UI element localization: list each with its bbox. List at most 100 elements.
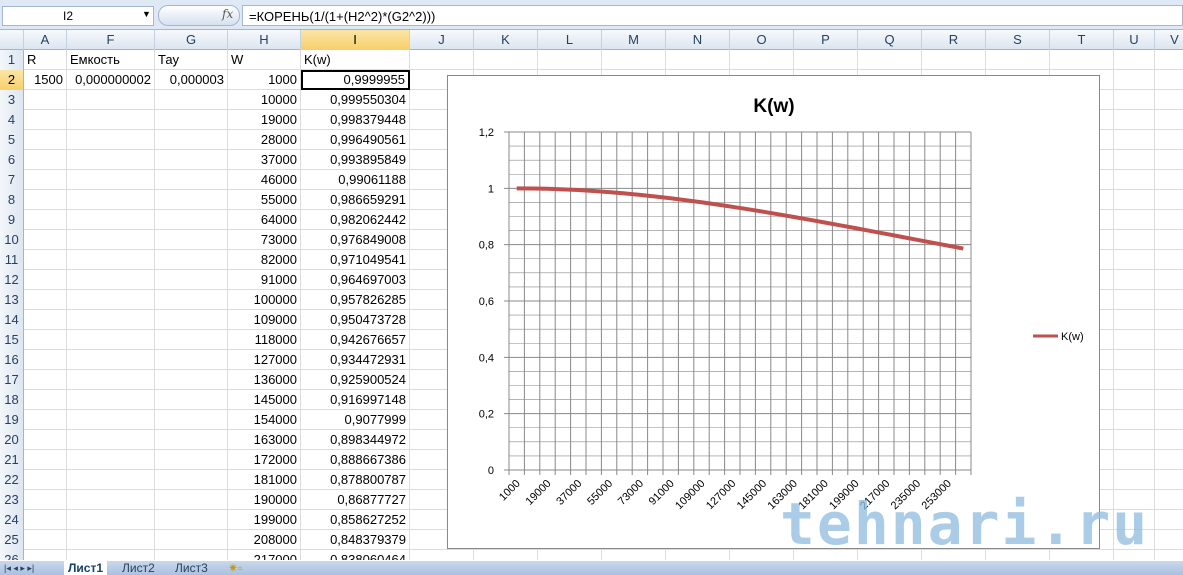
cell-V[interactable] (1155, 130, 1183, 150)
cell-A[interactable] (24, 410, 67, 430)
cell-V[interactable] (1155, 470, 1183, 490)
cell-I[interactable]: 0,986659291 (301, 190, 410, 210)
column-header-O[interactable]: O (730, 30, 794, 50)
row-header[interactable]: 4 (0, 110, 24, 130)
cell-H[interactable]: 217000 (228, 550, 301, 560)
cell-I[interactable]: K(w) (301, 50, 410, 70)
cell-N[interactable] (666, 550, 730, 560)
cell-V[interactable] (1155, 90, 1183, 110)
cell-F[interactable] (67, 370, 155, 390)
cell-I[interactable]: 0,998379448 (301, 110, 410, 130)
row-header[interactable]: 26 (0, 550, 24, 560)
cell-I[interactable]: 0,999550304 (301, 90, 410, 110)
cell-V[interactable] (1155, 550, 1183, 560)
cell-I[interactable]: 0,950473728 (301, 310, 410, 330)
row-header[interactable]: 9 (0, 210, 24, 230)
cell-I[interactable]: 0,9999955 (301, 70, 410, 90)
cell-I[interactable]: 0,976849008 (301, 230, 410, 250)
cell-F[interactable] (67, 490, 155, 510)
cell-H[interactable]: 109000 (228, 310, 301, 330)
cell-H[interactable]: 208000 (228, 530, 301, 550)
row-header[interactable]: 18 (0, 390, 24, 410)
cell-F[interactable] (67, 130, 155, 150)
cell-N[interactable] (666, 50, 730, 70)
cell-I[interactable]: 0,9077999 (301, 410, 410, 430)
cell-V[interactable] (1155, 290, 1183, 310)
cell-G[interactable] (155, 270, 228, 290)
cell-G[interactable] (155, 390, 228, 410)
cell-F[interactable] (67, 530, 155, 550)
row-header[interactable]: 6 (0, 150, 24, 170)
cell-A[interactable] (24, 390, 67, 410)
cell-F[interactable] (67, 330, 155, 350)
cell-I[interactable]: 0,848379379 (301, 530, 410, 550)
cell-G[interactable] (155, 210, 228, 230)
cell-U[interactable] (1114, 470, 1155, 490)
cell-F[interactable] (67, 310, 155, 330)
cell-V[interactable] (1155, 70, 1183, 90)
row-header[interactable]: 15 (0, 330, 24, 350)
column-header-F[interactable]: F (67, 30, 155, 50)
column-header-T[interactable]: T (1050, 30, 1114, 50)
row-header[interactable]: 1 (0, 50, 24, 70)
cell-V[interactable] (1155, 490, 1183, 510)
cell-I[interactable]: 0,898344972 (301, 430, 410, 450)
cell-G[interactable] (155, 450, 228, 470)
cell-V[interactable] (1155, 350, 1183, 370)
cell-A[interactable] (24, 150, 67, 170)
cell-V[interactable] (1155, 250, 1183, 270)
cell-F[interactable]: Емкость (67, 50, 155, 70)
formula-input[interactable]: =КОРЕНЬ(1/(1+(H2^2)*(G2^2))) (242, 5, 1183, 26)
column-header-I[interactable]: I (301, 30, 410, 50)
row-header[interactable]: 2 (0, 70, 24, 90)
cell-F[interactable] (67, 250, 155, 270)
cell-F[interactable] (67, 230, 155, 250)
column-header-L[interactable]: L (538, 30, 602, 50)
cell-O[interactable] (730, 50, 794, 70)
column-header-G[interactable]: G (155, 30, 228, 50)
column-header-J[interactable]: J (410, 30, 474, 50)
cell-A[interactable] (24, 270, 67, 290)
row-header[interactable]: 16 (0, 350, 24, 370)
cell-U[interactable] (1114, 370, 1155, 390)
column-header-H[interactable]: H (228, 30, 301, 50)
cell-V[interactable] (1155, 450, 1183, 470)
cell-I[interactable]: 0,957826285 (301, 290, 410, 310)
cell-F[interactable] (67, 430, 155, 450)
cell-I[interactable]: 0,996490561 (301, 130, 410, 150)
row-header[interactable]: 21 (0, 450, 24, 470)
cell-U[interactable] (1114, 50, 1155, 70)
row-header[interactable]: 5 (0, 130, 24, 150)
cell-U[interactable] (1114, 310, 1155, 330)
chart[interactable]: K(w) 0 0,2 0,4 0,6 0,8 1 1,2 1000 19000 37000 55000… (447, 75, 1100, 549)
cell-M[interactable] (602, 550, 666, 560)
cell-U[interactable] (1114, 150, 1155, 170)
cell-G[interactable] (155, 230, 228, 250)
cell-V[interactable] (1155, 210, 1183, 230)
cell-U[interactable] (1114, 210, 1155, 230)
cell-V[interactable] (1155, 430, 1183, 450)
cell-I[interactable]: 0,86877727 (301, 490, 410, 510)
cell-I[interactable]: 0,925900524 (301, 370, 410, 390)
cell-F[interactable] (67, 410, 155, 430)
cell-U[interactable] (1114, 110, 1155, 130)
cell-H[interactable]: 73000 (228, 230, 301, 250)
row-header[interactable]: 23 (0, 490, 24, 510)
cell-H[interactable]: 163000 (228, 430, 301, 450)
cell-G[interactable] (155, 350, 228, 370)
cell-A[interactable] (24, 470, 67, 490)
cell-M[interactable] (602, 50, 666, 70)
cell-H[interactable]: 100000 (228, 290, 301, 310)
cell-H[interactable]: 172000 (228, 450, 301, 470)
cell-A[interactable] (24, 370, 67, 390)
row-header[interactable]: 12 (0, 270, 24, 290)
cell-A[interactable] (24, 450, 67, 470)
cell-A[interactable] (24, 490, 67, 510)
cell-I[interactable]: 0,858627252 (301, 510, 410, 530)
cell-G[interactable] (155, 530, 228, 550)
cell-A[interactable] (24, 430, 67, 450)
cell-I[interactable]: 0,888667386 (301, 450, 410, 470)
cell-A[interactable] (24, 90, 67, 110)
cell-I[interactable]: 0,878800787 (301, 470, 410, 490)
cell-I[interactable]: 0,99061188 (301, 170, 410, 190)
